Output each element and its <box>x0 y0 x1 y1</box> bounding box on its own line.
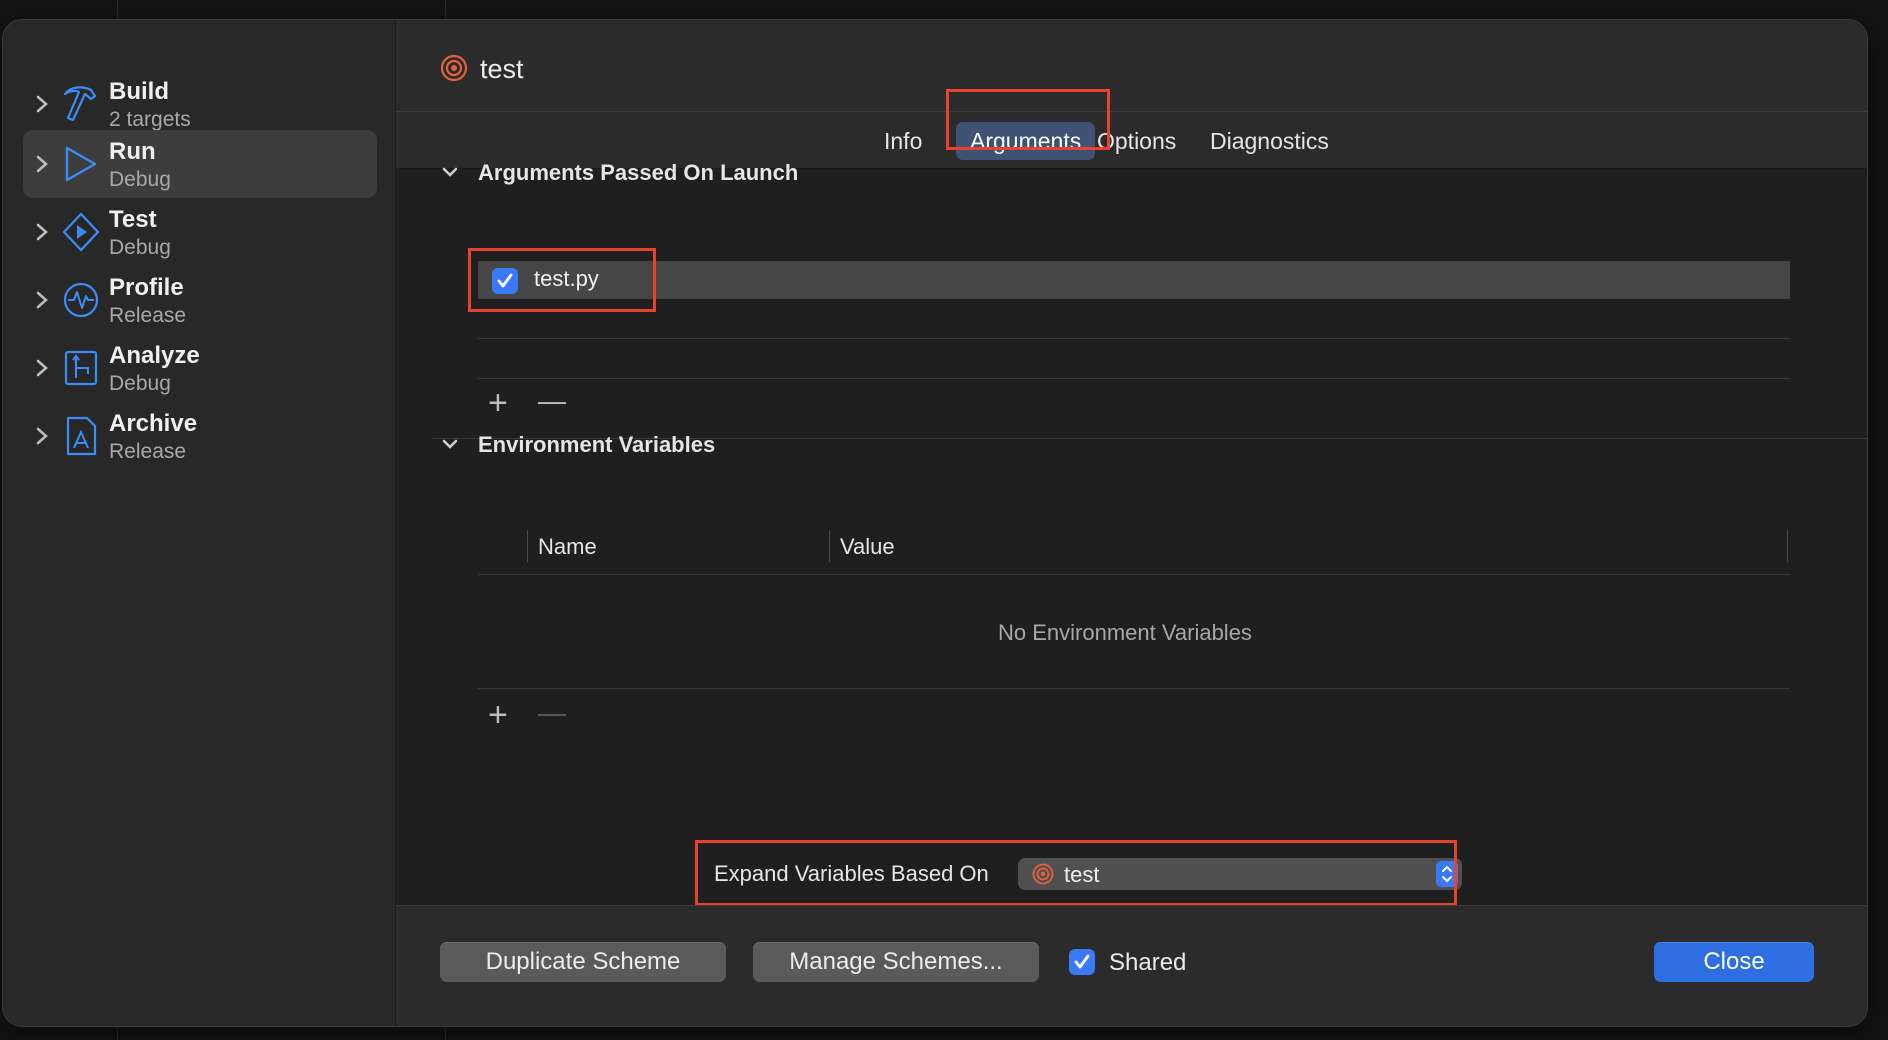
highlight-box <box>946 89 1110 150</box>
argument-row[interactable] <box>478 261 1790 299</box>
test-diamond-icon <box>62 212 100 252</box>
sidebar-item-title: Run <box>109 138 156 165</box>
tab-info[interactable]: Info <box>870 122 936 160</box>
scheme-actions-sidebar: Build 2 targets Run Debug Test Debug Pro… <box>3 20 396 1026</box>
background-divider <box>445 1025 446 1040</box>
chevron-right-icon[interactable] <box>33 152 51 176</box>
sidebar-item-title: Build <box>109 78 169 105</box>
scheme-detail-pane: test Info Arguments Options Diagnostics … <box>396 20 1867 1026</box>
background-divider <box>445 0 446 19</box>
highlight-box <box>695 840 1457 906</box>
sidebar-item-profile[interactable]: Profile Release <box>23 266 377 334</box>
shared-checkbox[interactable] <box>1069 949 1095 975</box>
scheme-editor-sheet: Build 2 targets Run Debug Test Debug Pro… <box>2 19 1868 1027</box>
sidebar-item-title: Test <box>109 206 157 233</box>
sidebar-item-build[interactable]: Build 2 targets <box>23 70 377 138</box>
chevron-right-icon[interactable] <box>33 92 51 116</box>
tab-diagnostics[interactable]: Diagnostics <box>1196 122 1343 160</box>
add-variable-button[interactable]: + <box>488 698 508 732</box>
sidebar-item-run[interactable]: Run Debug <box>23 130 377 198</box>
background-divider <box>117 0 118 19</box>
instruments-gauge-icon <box>63 282 99 318</box>
column-header-value[interactable]: Value <box>840 534 895 560</box>
sidebar-item-title: Analyze <box>109 342 200 369</box>
shared-label: Shared <box>1109 949 1187 976</box>
divider <box>478 574 1790 575</box>
sidebar-item-subtitle: Debug <box>109 372 171 395</box>
empty-environment-message: No Environment Variables <box>998 620 1252 645</box>
divider <box>478 688 1790 689</box>
column-header-name[interactable]: Name <box>538 534 597 560</box>
sidebar-item-subtitle: 2 targets <box>109 108 191 131</box>
duplicate-scheme-button[interactable]: Duplicate Scheme <box>440 942 726 982</box>
section-title-environment: Environment Variables <box>478 432 716 457</box>
sidebar-item-analyze[interactable]: Analyze Debug <box>23 334 377 402</box>
analyze-branch-icon <box>64 350 98 386</box>
sidebar-item-subtitle: Release <box>109 440 187 463</box>
add-argument-button[interactable]: + <box>488 386 508 420</box>
chevron-down-icon[interactable] <box>440 162 460 182</box>
column-divider <box>1787 530 1788 562</box>
chevron-right-icon[interactable] <box>33 288 51 312</box>
sidebar-item-title: Profile <box>109 274 184 301</box>
highlight-box <box>468 248 656 312</box>
column-divider <box>527 530 528 562</box>
sidebar-item-subtitle: Debug <box>109 168 171 191</box>
section-title-arguments: Arguments Passed On Launch <box>478 160 799 185</box>
target-icon <box>440 54 468 82</box>
sidebar-item-test[interactable]: Test Debug <box>23 198 377 266</box>
sidebar-item-archive[interactable]: Archive Release <box>23 402 377 470</box>
footer-bar: Duplicate Scheme Manage Schemes... Share… <box>396 905 1867 1026</box>
background-divider <box>117 1025 118 1040</box>
sidebar-item-subtitle: Release <box>109 304 187 327</box>
remove-variable-button[interactable]: — <box>538 696 566 730</box>
manage-schemes-button[interactable]: Manage Schemes... <box>753 942 1039 982</box>
column-divider <box>829 530 830 562</box>
close-button[interactable]: Close <box>1654 942 1814 982</box>
chevron-right-icon[interactable] <box>33 220 51 244</box>
checkmark-icon <box>1074 954 1090 969</box>
sidebar-item-subtitle: Debug <box>109 236 171 259</box>
remove-argument-button[interactable]: — <box>538 384 566 418</box>
chevron-down-icon[interactable] <box>440 434 460 454</box>
chevron-right-icon[interactable] <box>33 356 51 380</box>
chevron-right-icon[interactable] <box>33 424 51 448</box>
play-triangle-icon <box>65 146 97 182</box>
hammer-icon <box>63 86 97 122</box>
archive-app-icon <box>66 416 97 456</box>
sidebar-item-title: Archive <box>109 410 198 437</box>
scheme-header: test <box>396 20 1867 112</box>
divider <box>478 378 1790 379</box>
scheme-title: test <box>480 54 524 84</box>
divider <box>478 338 1790 339</box>
